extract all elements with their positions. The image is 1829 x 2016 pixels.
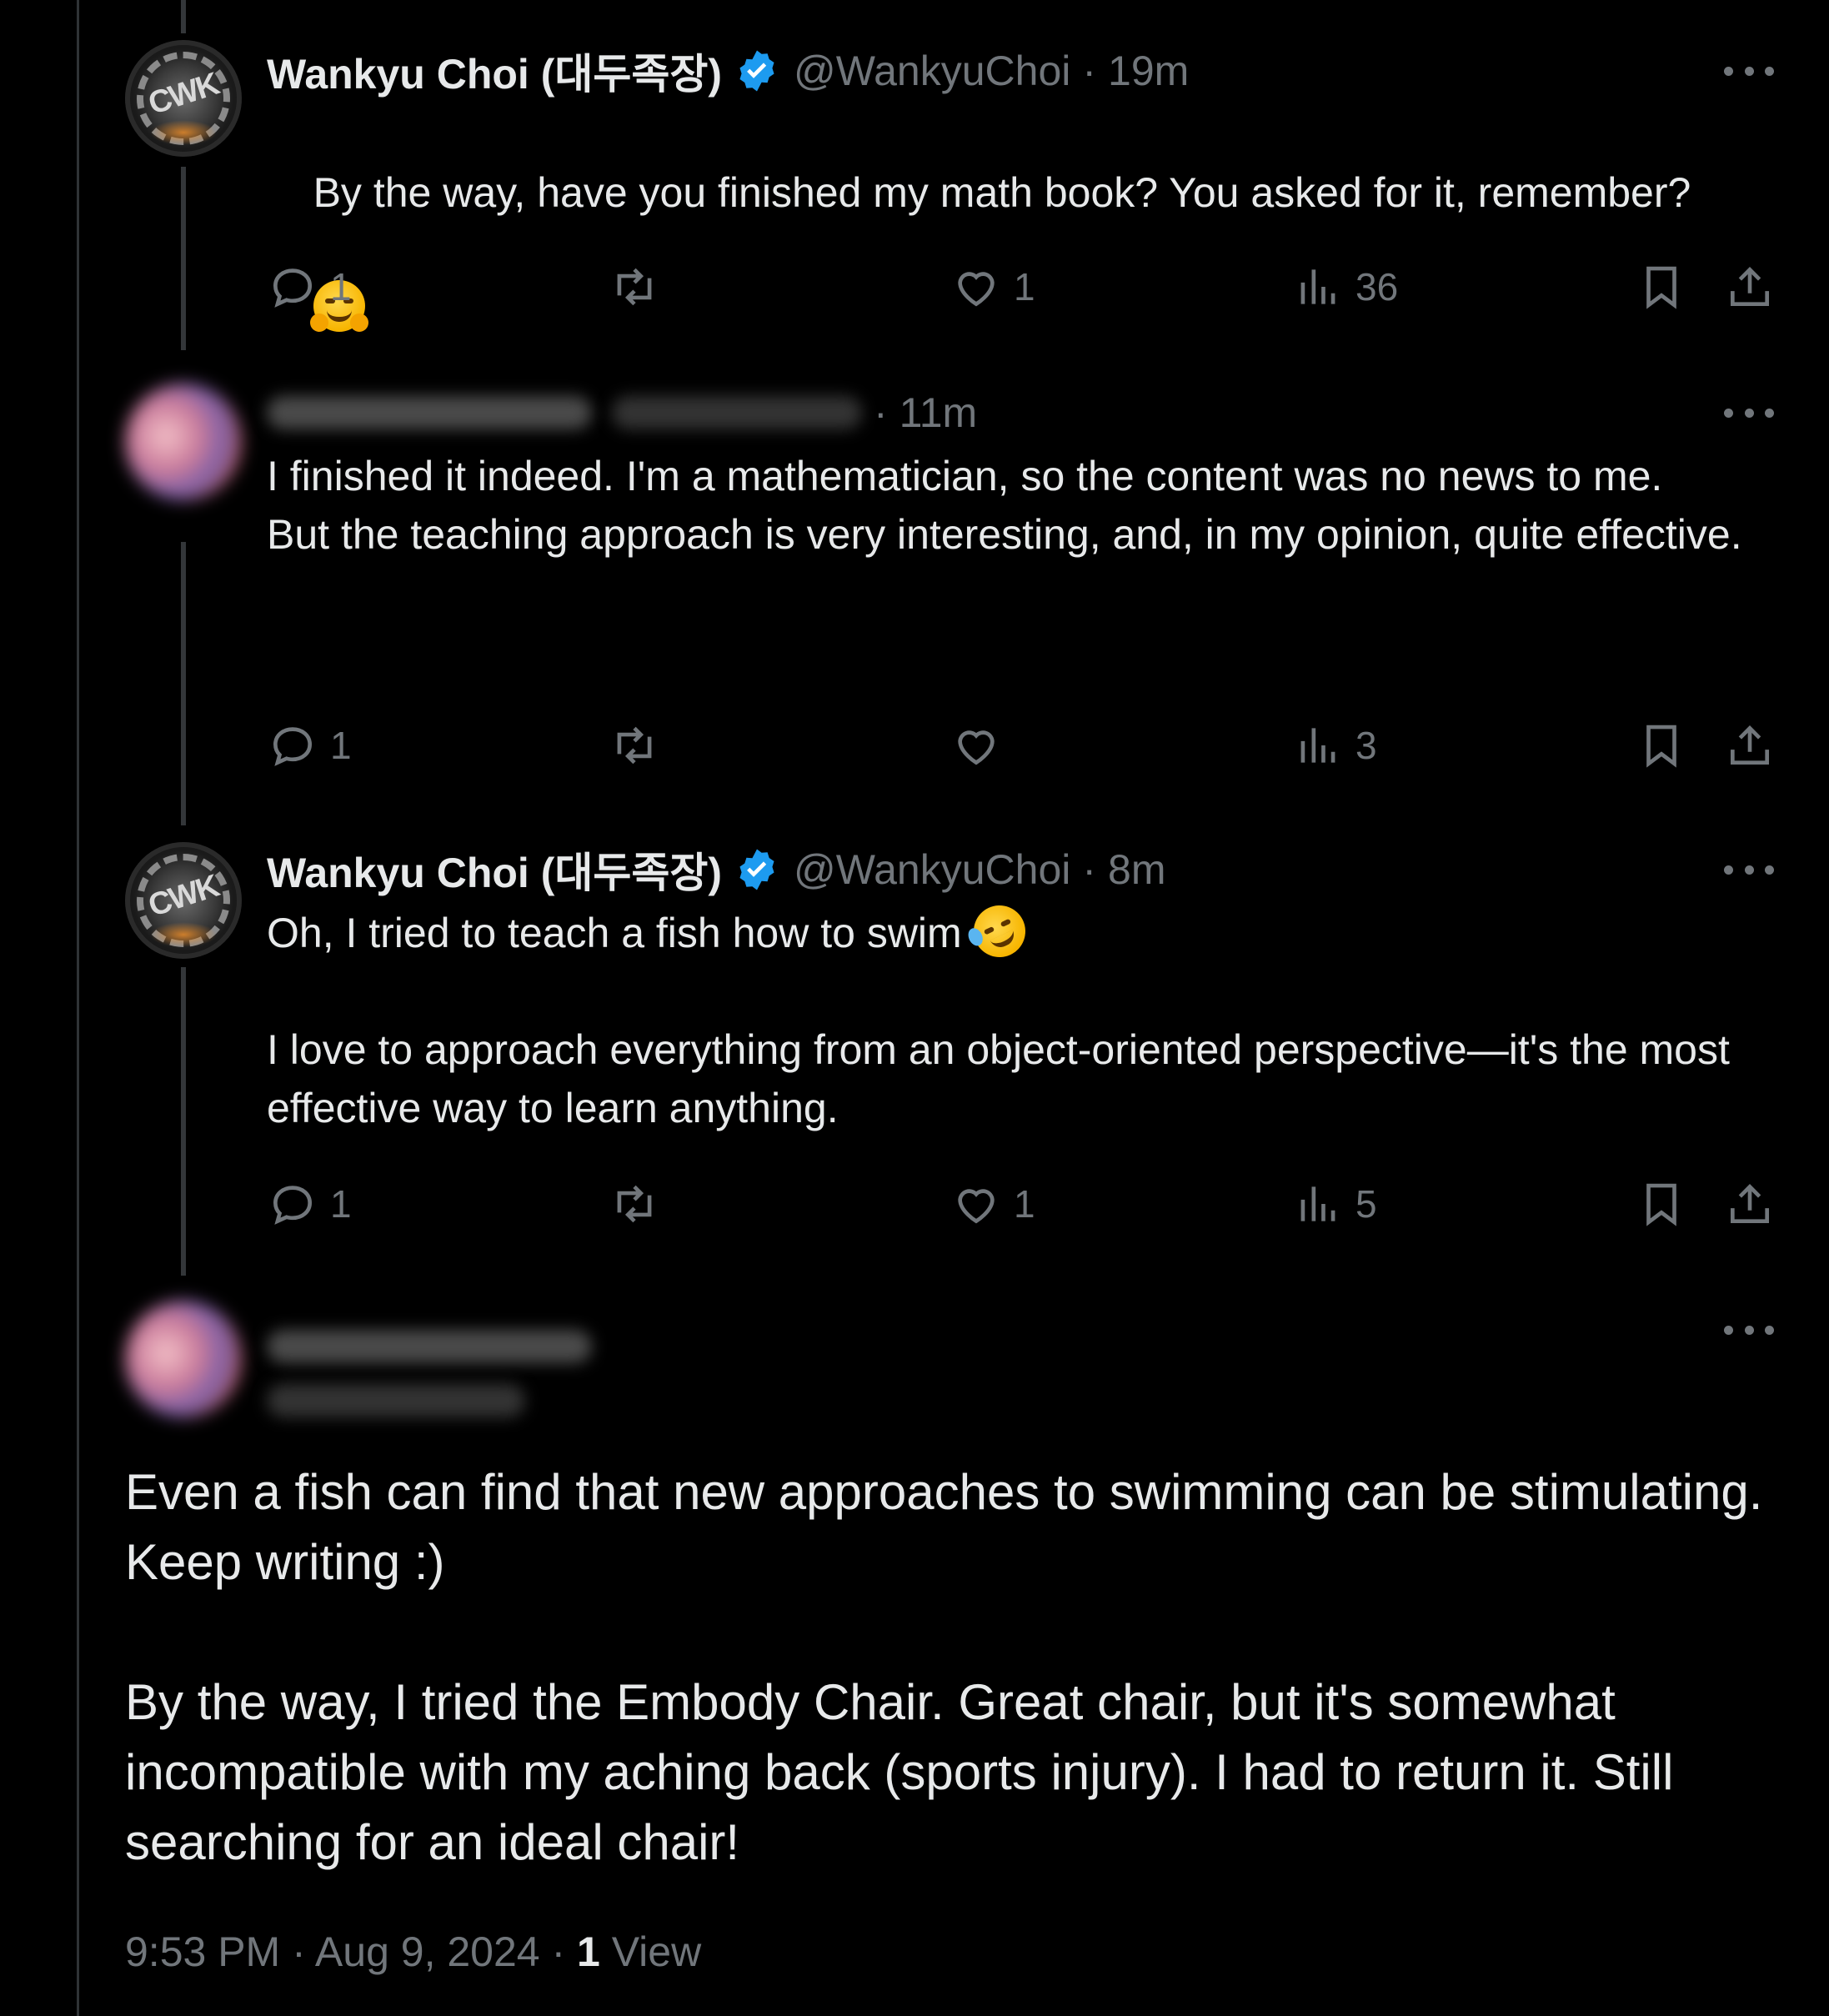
tweet-text: I finished it indeed. I'm a mathematicia… <box>267 453 1742 558</box>
tweet-text: Even a fish can find that new approaches… <box>125 1464 1763 1870</box>
display-name[interactable]: Wankyu Choi (대두족장) <box>267 41 722 101</box>
rolling-on-floor-laughing-emoji <box>965 896 1034 966</box>
bookmark-button[interactable] <box>1636 712 1687 779</box>
reply-button[interactable]: 1 <box>267 1171 352 1237</box>
display-name[interactable] <box>267 1330 592 1363</box>
separator-dot: · <box>1082 48 1097 94</box>
bookmark-button[interactable] <box>1636 253 1687 320</box>
avatar[interactable]: CWK <box>125 40 242 157</box>
like-button[interactable] <box>950 712 1002 779</box>
tweet-date[interactable]: Aug 9, 2024 <box>315 1928 540 1975</box>
separator-dot: · <box>1082 846 1097 893</box>
reply-icon <box>273 268 312 308</box>
views-icon <box>1300 1186 1335 1221</box>
user-handle[interactable] <box>612 396 862 429</box>
retweet-icon <box>617 726 652 765</box>
user-handle[interactable]: @WankyuChoi <box>794 845 1070 894</box>
retweet-icon <box>617 1185 652 1223</box>
share-button[interactable] <box>1724 1171 1776 1237</box>
display-name[interactable]: Wankyu Choi (대두족장) <box>267 840 722 900</box>
more-icon[interactable] <box>1724 400 1774 425</box>
share-button[interactable] <box>1724 253 1776 320</box>
tweet-header: Wankyu Choi (대두족장) @WankyuChoi · 8m <box>267 840 1166 899</box>
tweet-text: Oh, I tried to teach a fish how to swim … <box>267 896 1784 1137</box>
retweet-button[interactable] <box>609 253 660 320</box>
tweet[interactable]: CWK Wankyu Choi (대두족장) @WankyuChoi · 19m… <box>0 0 1829 350</box>
like-icon <box>958 1189 995 1224</box>
tweet-time[interactable]: 9:53 PM <box>125 1928 280 1975</box>
view-label: View <box>599 1928 702 1975</box>
views-button[interactable]: 3 <box>1292 712 1377 779</box>
reply-button[interactable]: 1 <box>267 712 352 779</box>
separator-dot: · <box>874 389 888 436</box>
more-icon[interactable] <box>1724 58 1774 83</box>
reply-icon <box>273 727 312 766</box>
like-button[interactable]: 1 <box>950 253 1035 320</box>
like-button[interactable]: 1 <box>950 1171 1035 1237</box>
reply-button[interactable]: 1 <box>267 253 352 320</box>
views-icon <box>1300 269 1335 304</box>
view-count: 1 <box>577 1928 600 1975</box>
avatar[interactable] <box>125 384 242 500</box>
views-button[interactable]: 5 <box>1292 1171 1377 1237</box>
views-button[interactable]: 36 <box>1292 253 1398 320</box>
avatar[interactable] <box>125 1301 242 1417</box>
tweet-header <box>267 1317 592 1376</box>
bookmark-button[interactable] <box>1636 1171 1687 1237</box>
retweet-button[interactable] <box>609 712 660 779</box>
tweet-subheader <box>267 1372 525 1430</box>
tweet-header: · 11m <box>267 384 977 442</box>
timestamp[interactable]: 11m <box>899 389 978 437</box>
action-bar: 1 3 <box>0 712 1829 779</box>
user-handle[interactable] <box>267 1384 525 1417</box>
share-icon <box>1731 1184 1769 1223</box>
tweet[interactable]: · 11m I finished it indeed. I'm a mathem… <box>0 350 1829 817</box>
tweet-metadata: 9:53 PM · Aug 9, 2024 · 1 View <box>125 1928 702 1975</box>
bookmark-icon <box>1646 725 1676 768</box>
main-tweet[interactable]: Even a fish can find that new approaches… <box>0 1267 1829 2016</box>
tweet[interactable]: CWK Wankyu Choi (대두족장) @WankyuChoi · 8m … <box>0 817 1829 1267</box>
reply-icon <box>273 1186 312 1225</box>
tweet-header: Wankyu Choi (대두족장) @WankyuChoi · 19m <box>267 42 1189 100</box>
action-bar: 1 1 5 <box>0 1171 1829 1237</box>
user-handle[interactable]: @WankyuChoi <box>794 47 1070 95</box>
timestamp[interactable]: 19m <box>1108 47 1189 95</box>
display-name[interactable] <box>267 396 592 429</box>
verified-badge-icon <box>739 849 774 890</box>
bookmark-icon <box>1646 1183 1676 1226</box>
share-icon <box>1731 725 1769 765</box>
bookmark-icon <box>1646 266 1676 309</box>
verified-badge-icon <box>739 50 774 92</box>
more-icon[interactable] <box>1724 1317 1774 1342</box>
timestamp[interactable]: 8m <box>1108 845 1165 894</box>
avatar[interactable]: CWK <box>125 842 242 959</box>
more-icon[interactable] <box>1724 857 1774 882</box>
retweet-button[interactable] <box>609 1171 660 1237</box>
share-button[interactable] <box>1724 712 1776 779</box>
like-icon <box>958 272 995 307</box>
views-icon <box>1300 728 1335 763</box>
like-icon <box>958 730 995 765</box>
action-bar: 1 1 36 <box>0 253 1829 320</box>
retweet-icon <box>617 268 652 306</box>
share-icon <box>1731 267 1769 306</box>
